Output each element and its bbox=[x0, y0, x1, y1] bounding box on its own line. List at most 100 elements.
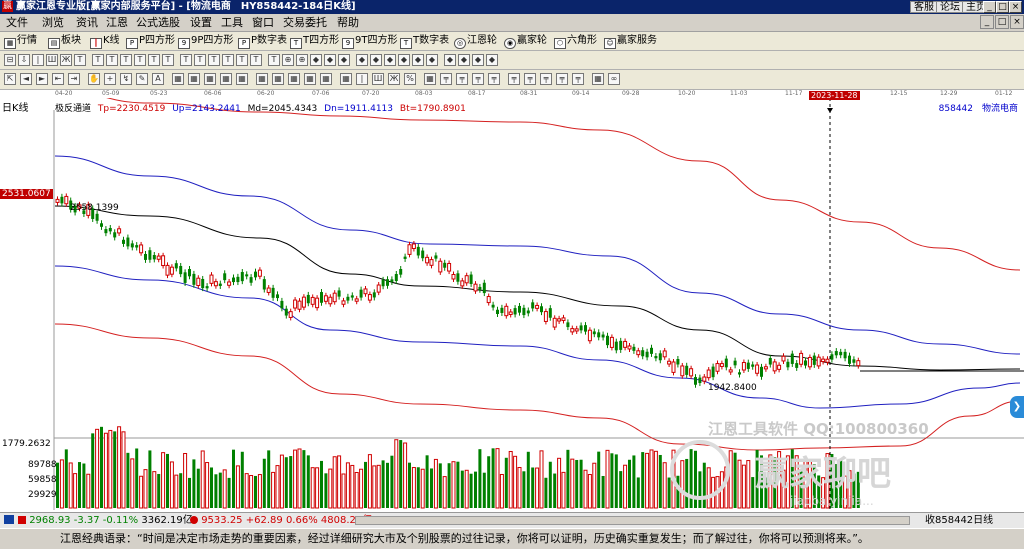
drawing-tool-icon[interactable]: Т bbox=[74, 54, 86, 66]
drawing-tool-icon[interactable]: Т bbox=[194, 54, 206, 66]
drawing-tool-icon[interactable]: Ж bbox=[60, 54, 72, 66]
drawing-tool-icon[interactable]: Т bbox=[180, 54, 192, 66]
drawing-tool-icon[interactable]: Т bbox=[92, 54, 104, 66]
drawing-tool-icon[interactable]: ◆ bbox=[310, 54, 322, 66]
drawing-tool-icon[interactable]: ◆ bbox=[458, 54, 470, 66]
mdi-close-button[interactable]: × bbox=[1010, 15, 1024, 29]
analysis-tool-icon[interactable]: ↯ bbox=[120, 73, 132, 85]
analysis-tool-icon[interactable]: ◄ bbox=[20, 73, 32, 85]
drawing-tool-icon[interactable]: Т bbox=[148, 54, 160, 66]
link-service[interactable]: 客服 bbox=[910, 1, 938, 13]
mdi-restore-button[interactable]: □ bbox=[995, 15, 1009, 29]
index2-group[interactable]: 9533.25 +62.89 0.66% 4808.20亿 bbox=[190, 513, 372, 528]
menu-browse[interactable]: 浏览 bbox=[40, 15, 66, 30]
drawing-tool-icon[interactable]: ◆ bbox=[338, 54, 350, 66]
drawing-tool-icon[interactable]: Т bbox=[106, 54, 118, 66]
drawing-tool-icon[interactable]: | bbox=[32, 54, 44, 66]
menu-formula[interactable]: 公式选股 bbox=[134, 15, 182, 30]
drawing-tool-icon[interactable]: Ш bbox=[46, 54, 58, 66]
chevron-right-icon[interactable]: ❯ bbox=[1010, 396, 1024, 418]
drawing-tool-icon[interactable]: ⊕ bbox=[282, 54, 294, 66]
drawing-tool-icon[interactable]: ◆ bbox=[472, 54, 484, 66]
analysis-tool-icon[interactable]: ╤ bbox=[472, 73, 484, 85]
drawing-tool-icon[interactable]: ◆ bbox=[356, 54, 368, 66]
drawing-tool-icon[interactable]: Т bbox=[134, 54, 146, 66]
sector-button[interactable]: ▤ 板块 bbox=[48, 34, 81, 49]
analysis-tool-icon[interactable]: ▦ bbox=[304, 73, 316, 85]
drawing-tool-icon[interactable]: ⇩ bbox=[18, 54, 30, 66]
analysis-tool-icon[interactable]: ╤ bbox=[556, 73, 568, 85]
menu-gann[interactable]: 江恩 bbox=[104, 15, 130, 30]
analysis-tool-icon[interactable]: ∞ bbox=[608, 73, 620, 85]
index1-group[interactable]: 2968.93 -3.37 -0.11% 3362.19亿 bbox=[18, 513, 193, 528]
drawing-tool-icon[interactable]: Т bbox=[250, 54, 262, 66]
analysis-tool-icon[interactable]: ▦ bbox=[424, 73, 436, 85]
horizontal-scrollbar[interactable] bbox=[355, 516, 910, 525]
analysis-tool-icon[interactable]: ╤ bbox=[440, 73, 452, 85]
drawing-tool-icon[interactable]: ◆ bbox=[486, 54, 498, 66]
drawing-tool-icon[interactable]: ◆ bbox=[426, 54, 438, 66]
analysis-tool-icon[interactable]: ▦ bbox=[272, 73, 284, 85]
analysis-tool-icon[interactable]: + bbox=[104, 73, 116, 85]
drawing-tool-icon[interactable]: ◆ bbox=[384, 54, 396, 66]
hexagon-button[interactable]: ⬡ 六角形 bbox=[554, 34, 597, 49]
minimize-button[interactable]: _ bbox=[983, 1, 996, 13]
mdi-minimize-button[interactable]: _ bbox=[980, 15, 994, 29]
menu-tools[interactable]: 工具 bbox=[219, 15, 245, 30]
analysis-tool-icon[interactable]: ▦ bbox=[204, 73, 216, 85]
menu-window[interactable]: 窗口 bbox=[250, 15, 276, 30]
square-9p-button[interactable]: 9 9P四方形 bbox=[178, 34, 233, 49]
analysis-tool-icon[interactable]: ✎ bbox=[136, 73, 148, 85]
square-t-button[interactable]: T T四方形 bbox=[290, 34, 339, 49]
menu-info[interactable]: 资讯 bbox=[74, 15, 100, 30]
analysis-tool-icon[interactable]: ✋ bbox=[88, 73, 100, 85]
number-table-t-button[interactable]: T T数字表 bbox=[400, 34, 449, 49]
analysis-tool-icon[interactable]: ╤ bbox=[524, 73, 536, 85]
analysis-tool-icon[interactable]: ▦ bbox=[188, 73, 200, 85]
drawing-tool-icon[interactable]: ⊕ bbox=[296, 54, 308, 66]
number-table-p-button[interactable]: P P数字表 bbox=[238, 34, 287, 49]
gann-wheel-button[interactable]: ◎ 江恩轮 bbox=[454, 34, 497, 49]
drawing-tool-icon[interactable]: Т bbox=[208, 54, 220, 66]
drawing-tool-icon[interactable]: Т bbox=[222, 54, 234, 66]
square-9t-button[interactable]: 9 9T四方形 bbox=[342, 34, 397, 49]
analysis-tool-icon[interactable]: ⇱ bbox=[4, 73, 16, 85]
menu-help[interactable]: 帮助 bbox=[335, 15, 361, 30]
square-p-button[interactable]: P P四方形 bbox=[126, 34, 175, 49]
drawing-tool-icon[interactable]: Т bbox=[162, 54, 174, 66]
menu-settings[interactable]: 设置 bbox=[188, 15, 214, 30]
drawing-tool-icon[interactable]: ⊟ bbox=[4, 54, 16, 66]
analysis-tool-icon[interactable]: ╤ bbox=[540, 73, 552, 85]
analysis-tool-icon[interactable]: ▦ bbox=[592, 73, 604, 85]
analysis-tool-icon[interactable]: Ш bbox=[372, 73, 384, 85]
kline-button[interactable]: ┃ K线 bbox=[90, 34, 120, 49]
drawing-tool-icon[interactable]: ◆ bbox=[412, 54, 424, 66]
analysis-tool-icon[interactable]: ▦ bbox=[236, 73, 248, 85]
drawing-tool-icon[interactable]: ◆ bbox=[370, 54, 382, 66]
drawing-tool-icon[interactable]: Т bbox=[268, 54, 280, 66]
link-forum[interactable]: 论坛 bbox=[936, 1, 964, 13]
menu-trade[interactable]: 交易委托 bbox=[281, 15, 329, 30]
analysis-tool-icon[interactable]: ▦ bbox=[220, 73, 232, 85]
analysis-tool-icon[interactable]: ▦ bbox=[340, 73, 352, 85]
analysis-tool-icon[interactable]: Ж bbox=[388, 73, 400, 85]
analysis-tool-icon[interactable]: ▦ bbox=[256, 73, 268, 85]
analysis-tool-icon[interactable]: ╤ bbox=[488, 73, 500, 85]
analysis-tool-icon[interactable]: % bbox=[404, 73, 416, 85]
quotes-button[interactable]: ▦ 行情 bbox=[4, 34, 37, 49]
drawing-tool-icon[interactable]: Т bbox=[236, 54, 248, 66]
analysis-tool-icon[interactable]: ⇥ bbox=[68, 73, 80, 85]
close-button[interactable]: × bbox=[1009, 1, 1022, 13]
analysis-tool-icon[interactable]: A bbox=[152, 73, 164, 85]
analysis-tool-icon[interactable]: | bbox=[356, 73, 368, 85]
analysis-tool-icon[interactable]: ▦ bbox=[320, 73, 332, 85]
kline-chart-panel[interactable]: 日K线 极反通道 Tp=2230.4519 Up=2143.2441 Md=20… bbox=[0, 91, 1024, 510]
menu-file[interactable]: 文件 bbox=[4, 15, 30, 30]
winner-service-button[interactable]: ☺ 赢家服务 bbox=[604, 34, 657, 49]
analysis-tool-icon[interactable]: ╤ bbox=[508, 73, 520, 85]
drawing-tool-icon[interactable]: ◆ bbox=[324, 54, 336, 66]
drawing-tool-icon[interactable]: Т bbox=[120, 54, 132, 66]
analysis-tool-icon[interactable]: ▦ bbox=[288, 73, 300, 85]
drawing-tool-icon[interactable]: ◆ bbox=[398, 54, 410, 66]
winner-wheel-button[interactable]: ◉ 赢家轮 bbox=[504, 34, 547, 49]
